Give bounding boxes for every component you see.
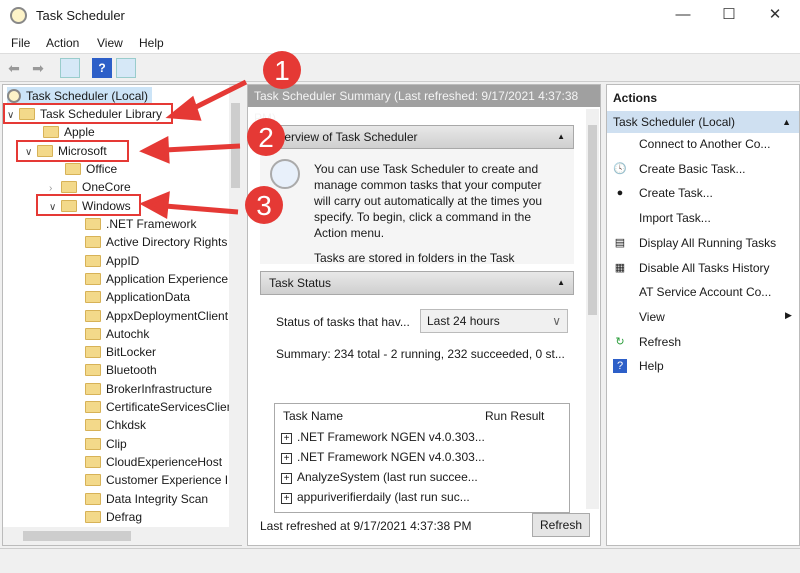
annotation-number: 1 [274, 55, 290, 86]
arrow-3-head [139, 191, 170, 220]
arrow-2-head [139, 135, 170, 164]
arrow-3 [164, 203, 239, 215]
annotation-number: 3 [256, 190, 272, 221]
arrow-1 [188, 79, 248, 113]
annotation-overlay: 1 2 3 [3, 51, 301, 224]
annotation-number: 2 [258, 122, 274, 153]
highlight-box-library [3, 103, 173, 124]
arrow-2 [164, 143, 241, 153]
highlight-box-windows [36, 194, 141, 216]
arrow-1-head [165, 95, 202, 121]
highlight-box-microsoft [16, 140, 129, 162]
